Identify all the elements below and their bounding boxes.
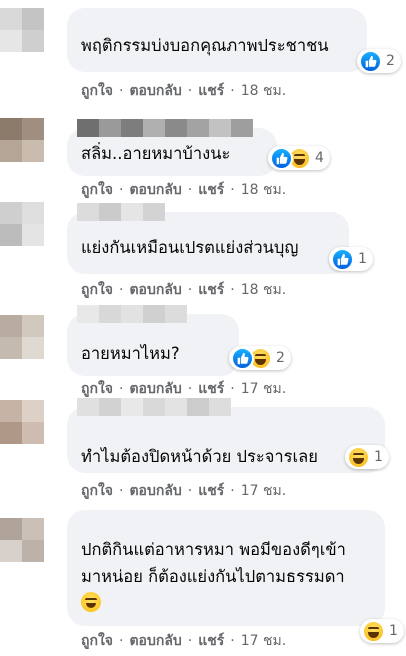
- reply-button[interactable]: ตอบกลับ: [129, 282, 181, 298]
- like-icon: [331, 247, 354, 271]
- share-button[interactable]: แชร์: [198, 483, 224, 499]
- separator: ·: [187, 381, 193, 397]
- comment-actions: ถูกใจ · ตอบกลับ · แชร์ · 18 ชม.: [81, 181, 286, 199]
- separator: ·: [119, 83, 124, 99]
- timestamp[interactable]: 17 ชม.: [241, 381, 286, 397]
- share-button[interactable]: แชร์: [198, 633, 224, 649]
- comment-text: สลิ่ม..อายหมาบ้างนะ: [81, 144, 231, 163]
- separator: ·: [230, 182, 235, 198]
- share-button[interactable]: แชร์: [198, 282, 224, 298]
- reaction-summary[interactable]: 4: [268, 146, 330, 170]
- comment-text: ทำไมต้องปิดหน้าด้วย ประจารเลย: [81, 447, 318, 466]
- reaction-count: 2: [386, 53, 395, 69]
- comment-text-content: ปกติกินแต่อาหารหมา พอมีของดีๆเข้ามาหน่อย…: [81, 540, 346, 586]
- avatar[interactable]: [0, 518, 44, 562]
- separator: ·: [119, 633, 124, 649]
- avatar[interactable]: [0, 118, 44, 162]
- separator: ·: [187, 282, 193, 298]
- comment-text: ปกติกินแต่อาหารหมา พอมีของดีๆเข้ามาหน่อย…: [81, 536, 366, 617]
- comment-bubble: พฤติกรรมบ่งบอกคุณภาพประชาชน: [67, 8, 367, 72]
- comment-bubble: อายหมาไหม?: [67, 305, 239, 376]
- avatar[interactable]: [0, 400, 44, 444]
- haha-icon: [362, 619, 385, 643]
- reaction-summary[interactable]: 1: [360, 619, 404, 643]
- separator: ·: [230, 83, 235, 99]
- timestamp[interactable]: 17 ชม.: [241, 633, 286, 649]
- author-name[interactable]: [77, 203, 165, 221]
- reply-button[interactable]: ตอบกลับ: [129, 182, 181, 198]
- like-icon: [359, 49, 382, 73]
- timestamp[interactable]: 18 ชม.: [241, 282, 286, 298]
- reaction-summary[interactable]: 1: [345, 445, 389, 469]
- separator: ·: [119, 282, 124, 298]
- separator: ·: [230, 381, 235, 397]
- separator: ·: [187, 182, 193, 198]
- reaction-count: 2: [276, 350, 285, 366]
- share-button[interactable]: แชร์: [198, 83, 224, 99]
- timestamp[interactable]: 18 ชม.: [241, 83, 286, 99]
- comment-actions: ถูกใจ · ตอบกลับ · แชร์ · 17 ชม.: [81, 380, 286, 398]
- separator: ·: [187, 83, 193, 99]
- separator: ·: [230, 483, 235, 499]
- timestamp[interactable]: 17 ชม.: [241, 483, 286, 499]
- comment-bubble: สลิ่ม..อายหมาบ้างนะ: [67, 119, 277, 176]
- separator: ·: [230, 633, 235, 649]
- avatar[interactable]: [0, 315, 44, 359]
- comment-text: พฤติกรรมบ่งบอกคุณภาพประชาชน: [81, 36, 329, 55]
- timestamp[interactable]: 18 ชม.: [241, 182, 286, 198]
- author-name[interactable]: [77, 119, 253, 137]
- separator: ·: [187, 633, 193, 649]
- comment-text: แย่งกันเหมือนเปรตแย่งส่วนบุญ: [81, 238, 299, 257]
- reaction-summary[interactable]: 2: [357, 49, 401, 73]
- reaction-count: 1: [389, 623, 398, 639]
- reaction-count: 4: [315, 150, 324, 166]
- like-button[interactable]: ถูกใจ: [81, 633, 113, 649]
- reply-button[interactable]: ตอบกลับ: [129, 83, 181, 99]
- avatar[interactable]: [0, 202, 44, 246]
- comment-actions: ถูกใจ · ตอบกลับ · แชร์ · 18 ชม.: [81, 281, 286, 299]
- comment-actions: ถูกใจ · ตอบกลับ · แชร์ · 18 ชม.: [81, 82, 286, 100]
- comment-actions: ถูกใจ · ตอบกลับ · แชร์ · 17 ชม.: [81, 482, 286, 500]
- comment-bubble: ทำไมต้องปิดหน้าด้วย ประจารเลย: [67, 398, 385, 473]
- share-button[interactable]: แชร์: [198, 182, 224, 198]
- reaction-count: 1: [374, 449, 383, 465]
- separator: ·: [119, 381, 124, 397]
- separator: ·: [187, 483, 193, 499]
- reply-button[interactable]: ตอบกลับ: [129, 633, 181, 649]
- comment-actions: ถูกใจ · ตอบกลับ · แชร์ · 17 ชม.: [81, 632, 286, 650]
- reply-button[interactable]: ตอบกลับ: [129, 483, 181, 499]
- share-button[interactable]: แชร์: [198, 381, 224, 397]
- like-button[interactable]: ถูกใจ: [81, 83, 113, 99]
- reply-button[interactable]: ตอบกลับ: [129, 381, 181, 397]
- like-button[interactable]: ถูกใจ: [81, 182, 113, 198]
- separator: ·: [119, 182, 124, 198]
- like-icon: [231, 346, 254, 370]
- haha-icon: [347, 445, 370, 469]
- separator: ·: [230, 282, 235, 298]
- reaction-summary[interactable]: 1: [329, 247, 373, 271]
- author-name[interactable]: [77, 305, 187, 323]
- comment-bubble: แย่งกันเหมือนเปรตแย่งส่วนบุญ: [67, 203, 349, 274]
- like-button[interactable]: ถูกใจ: [81, 282, 113, 298]
- like-button[interactable]: ถูกใจ: [81, 483, 113, 499]
- avatar[interactable]: [0, 8, 44, 52]
- separator: ·: [119, 483, 124, 499]
- author-name[interactable]: [77, 398, 231, 416]
- reaction-summary[interactable]: 2: [229, 346, 291, 370]
- like-icon: [270, 146, 293, 170]
- reaction-count: 1: [358, 251, 367, 267]
- comment-text: อายหมาไหม?: [81, 344, 180, 363]
- like-button[interactable]: ถูกใจ: [81, 381, 113, 397]
- grinning-squinting-face-emoji: [81, 592, 101, 612]
- comment-bubble: ปกติกินแต่อาหารหมา พอมีของดีๆเข้ามาหน่อย…: [67, 510, 385, 626]
